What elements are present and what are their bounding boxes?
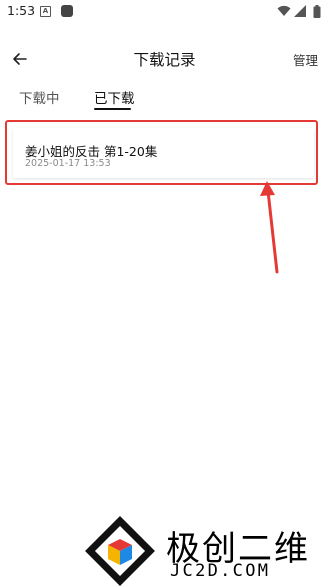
battery-icon	[313, 5, 321, 18]
watermark-logo-icon	[85, 516, 155, 586]
manage-button[interactable]: 管理	[293, 50, 318, 69]
status-icons	[277, 5, 323, 19]
tab-downloading[interactable]: 下载中	[19, 87, 60, 107]
status-bar: 1:53 A	[0, 0, 329, 24]
notification-app-icon	[61, 5, 73, 17]
watermark-text-en: JC2D.COM	[170, 561, 271, 581]
tab-downloaded[interactable]: 已下载	[94, 87, 135, 107]
tab-active-indicator	[94, 108, 131, 110]
wifi-icon	[277, 5, 291, 16]
page-title: 下载记录	[133, 51, 196, 69]
status-time: 1:53	[7, 3, 36, 18]
annotation-highlight-box	[5, 120, 318, 185]
signal-icon	[294, 5, 306, 17]
notification-a-icon: A	[40, 6, 51, 17]
header-bar: 下载记录 管理	[0, 40, 329, 76]
tab-bar: 下载中 已下载	[0, 84, 329, 114]
